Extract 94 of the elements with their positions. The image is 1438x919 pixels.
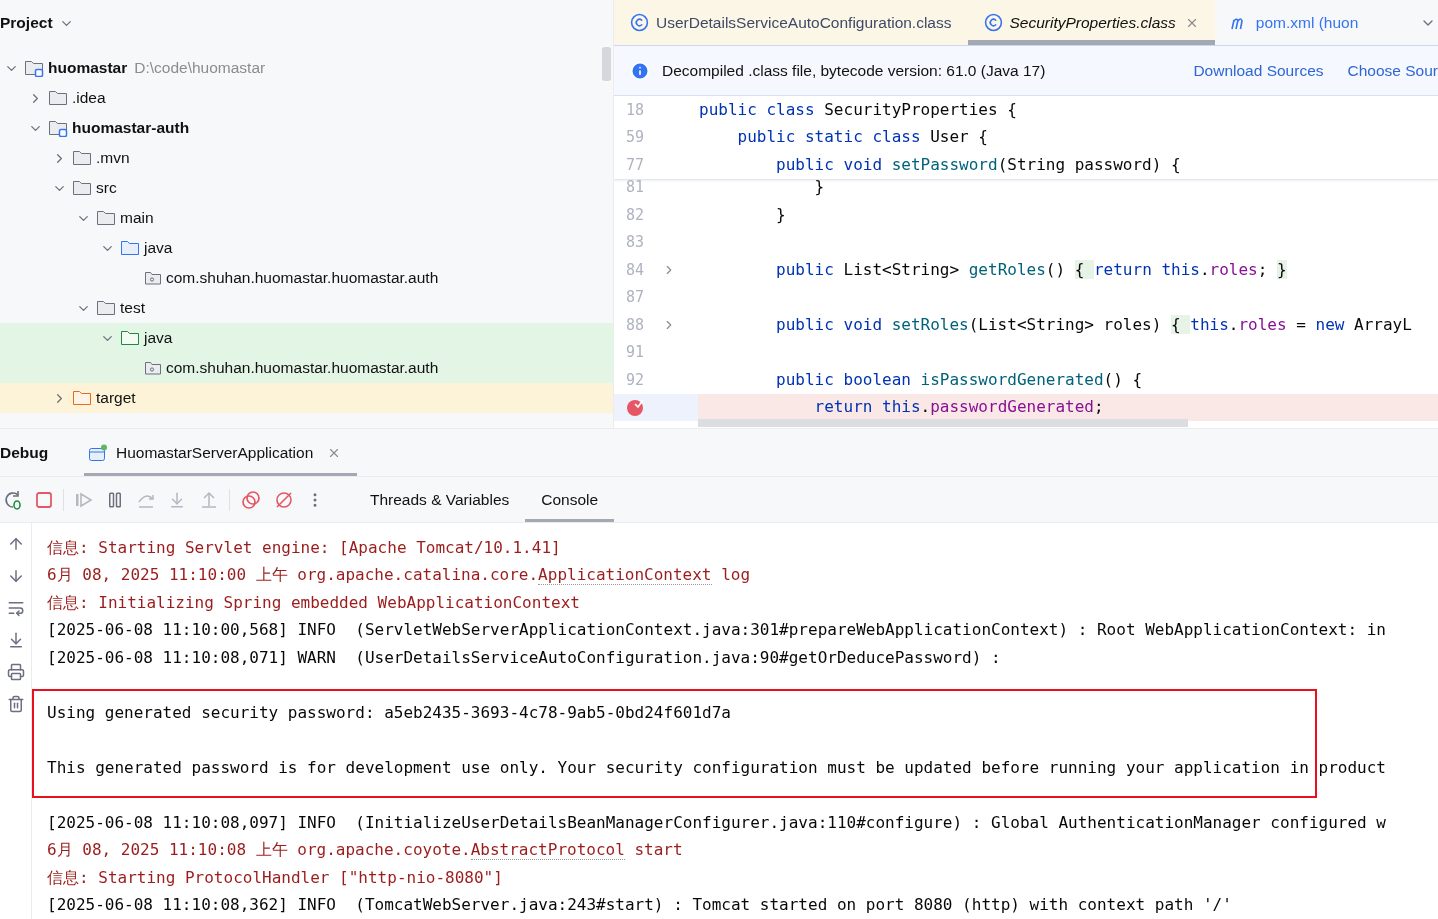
debug-tab[interactable]: Console bbox=[525, 477, 615, 522]
tree-label: huomastar bbox=[48, 58, 128, 79]
editor-tab[interactable]: UserDetailsServiceAutoConfiguration.class bbox=[614, 0, 968, 45]
line-number: 18 bbox=[626, 99, 645, 121]
folder-icon bbox=[120, 239, 140, 257]
line-number: 81 bbox=[626, 177, 645, 198]
class-link[interactable]: AbstractProtocol bbox=[470, 840, 625, 861]
console-line: 信息: Starting ProtocolHandler ["http-nio-8080"] bbox=[47, 866, 503, 889]
pause-icon[interactable] bbox=[106, 490, 124, 509]
console-line: 信息: Starting Servlet engine: [Apache Tomcat/10.1.41] bbox=[47, 536, 561, 559]
code-line: public class SecurityProperties { bbox=[698, 98, 1017, 121]
line-number: 87 bbox=[626, 287, 645, 308]
print-icon[interactable] bbox=[6, 663, 25, 681]
banner-link[interactable]: Download Sources bbox=[1193, 58, 1324, 83]
package-icon bbox=[144, 270, 162, 286]
class-icon bbox=[630, 13, 649, 32]
tree-label: .idea bbox=[72, 88, 106, 109]
soft-wrap-icon[interactable] bbox=[6, 599, 25, 617]
panel-title[interactable]: Project bbox=[0, 11, 53, 35]
tree-row[interactable]: huomastar-auth bbox=[0, 113, 613, 143]
tree-label: target bbox=[96, 388, 136, 409]
code-line: public void setPassword(String password) { bbox=[775, 153, 1181, 176]
class-icon bbox=[983, 13, 1003, 32]
tree-row[interactable]: main bbox=[0, 203, 613, 233]
folder-icon bbox=[72, 149, 92, 167]
tree-label: .mvn bbox=[96, 148, 130, 169]
tree-row[interactable]: java bbox=[0, 323, 613, 353]
console-line: [2025-06-08 11:10:00,568] INFO (ServletWebServerApplicationContext.java:301#prepareWebApplicationContext) : Root WebApplicationContext: in bbox=[47, 619, 1386, 642]
debug-tab[interactable]: Threads & Variables bbox=[354, 477, 526, 522]
banner-link[interactable]: Choose Sour bbox=[1347, 58, 1438, 83]
stop-icon[interactable] bbox=[35, 490, 53, 509]
module-folder-icon bbox=[48, 119, 68, 137]
line-number: 88 bbox=[626, 314, 645, 336]
scrollbar-thumb[interactable] bbox=[602, 47, 611, 81]
line-number: 91 bbox=[626, 342, 645, 363]
folder-icon bbox=[96, 209, 116, 227]
folder-icon bbox=[120, 329, 140, 347]
console-line: [2025-06-08 11:10:08,362] INFO (TomcatWebServer.java:243#start) : Tomcat started on port 8080 (http) with context path '/' bbox=[47, 894, 1232, 917]
banner-text: Decompiled .class file, bytecode version: 61.0 (Java 17) bbox=[662, 60, 1046, 81]
tree-row[interactable]: test bbox=[0, 293, 613, 323]
editor-tab[interactable]: SecurityProperties.class bbox=[967, 0, 1215, 45]
trash-icon[interactable] bbox=[6, 695, 25, 713]
tree-label: src bbox=[96, 178, 117, 199]
package-icon bbox=[144, 360, 162, 376]
line-number: 82 bbox=[626, 204, 645, 226]
panel-title: Debug bbox=[0, 442, 50, 463]
tree-path: D:\code\huomastar bbox=[134, 58, 266, 79]
code-line: public boolean isPasswordGenerated() { bbox=[775, 368, 1143, 391]
code-line: public static class User { bbox=[736, 126, 988, 149]
code-line: } bbox=[813, 176, 825, 199]
class-link[interactable]: ApplicationContext bbox=[538, 565, 712, 586]
tree-row[interactable]: .idea bbox=[0, 83, 613, 113]
tree-row[interactable]: java bbox=[0, 233, 613, 263]
line-number: 59 bbox=[626, 127, 645, 148]
line-number: 83 bbox=[626, 232, 645, 253]
breakpoint-icon[interactable] bbox=[626, 398, 644, 417]
console-line: This generated password is for development use only. Your security configuration must be updated before running your application in product bbox=[47, 756, 1386, 779]
folder-icon bbox=[96, 299, 116, 317]
tree-row[interactable]: .mvn bbox=[0, 143, 613, 173]
tree-label: com.shuhan.huomastar.huomastar.auth bbox=[166, 358, 439, 379]
console-line: 6月 08, 2025 11:10:00 上午 org.apache.catalina.core.ApplicationContext log bbox=[47, 564, 751, 588]
info-icon bbox=[630, 60, 650, 81]
tree-row[interactable]: src bbox=[0, 173, 613, 203]
tree-row[interactable]: huomastar D:\code\huomastar bbox=[0, 53, 613, 83]
console-line: [2025-06-08 11:10:08,097] INFO (InitializeUserDetailsBeanManagerConfigurer.java:110#configure) : Global AuthenticationManager configured w bbox=[47, 811, 1386, 834]
tree-row[interactable]: com.shuhan.huomastar.huomastar.auth bbox=[0, 353, 613, 383]
tree-label: com.shuhan.huomastar.huomastar.auth bbox=[166, 268, 439, 289]
folder-icon bbox=[48, 89, 68, 107]
console-line: [2025-06-08 11:10:08,071] WARN (UserDetailsServiceAutoConfiguration.java:90#getOrDeducePassword) : bbox=[47, 646, 1001, 669]
console-line: 信息: Initializing Spring embedded WebApplicationContext bbox=[47, 591, 580, 614]
mute-breakpoints-icon[interactable] bbox=[274, 489, 294, 510]
folder-icon bbox=[72, 389, 92, 407]
app-window-icon bbox=[88, 443, 108, 462]
code-line: public List<String> getRoles() { return this.roles; } bbox=[775, 258, 1287, 281]
code-line: return this.passwordGenerated; bbox=[813, 396, 1104, 419]
horizontal-scrollbar[interactable] bbox=[698, 419, 1188, 427]
console-line: 6月 08, 2025 11:10:08 上午 org.apache.coyote.AbstractProtocol start bbox=[47, 839, 683, 863]
module-folder-icon bbox=[24, 59, 44, 77]
line-number: 92 bbox=[626, 369, 645, 391]
tree-row[interactable]: com.shuhan.huomastar.huomastar.auth bbox=[0, 263, 613, 293]
breakpoints-icon[interactable] bbox=[241, 489, 261, 510]
rerun-debug-icon[interactable] bbox=[3, 489, 23, 510]
tree-label: java bbox=[144, 328, 173, 349]
console-line: Using generated security password: a5eb2435-3693-4c78-9ab5-0bd24f601d7a bbox=[47, 701, 731, 724]
tree-row[interactable]: target bbox=[0, 383, 613, 413]
tree-label: test bbox=[120, 298, 145, 319]
tree-label: main bbox=[120, 208, 154, 229]
code-line: } bbox=[775, 203, 786, 226]
tree-label: java bbox=[144, 238, 173, 259]
tree-label: huomastar-auth bbox=[72, 118, 190, 139]
line-number: 84 bbox=[626, 259, 645, 281]
folder-icon bbox=[72, 179, 92, 197]
code-line: public void setRoles(List<String> roles) { this.roles = new ArrayL bbox=[775, 313, 1412, 336]
line-number: 77 bbox=[626, 154, 645, 176]
